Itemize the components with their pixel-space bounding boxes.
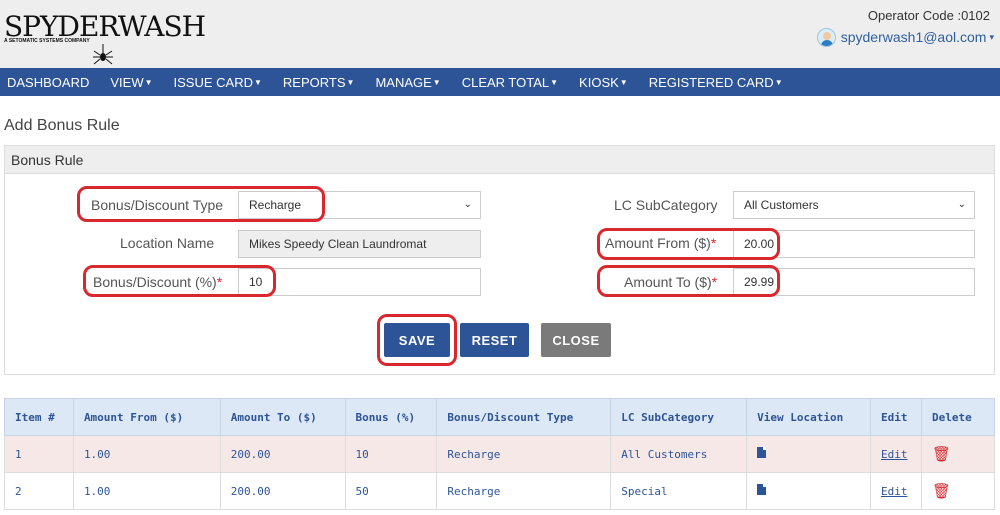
main-navbar: DASHBOARD VIEW ▼ ISSUE CARD ▼ REPORTS ▼ MAN… <box>0 68 1000 96</box>
cell-type: Recharge <box>436 472 612 510</box>
chevron-down-icon: ⌄ <box>957 199 966 210</box>
table-header-row: Item # Amount From ($) Amount To ($) Bon… <box>4 398 996 436</box>
col-item[interactable]: Item # <box>4 398 74 436</box>
bonus-rule-panel: Bonus Rule Bonus/Discount Type Recharge … <box>4 145 995 375</box>
caret-down-icon: ▼ <box>432 77 441 87</box>
cell-subcategory: All Customers <box>610 435 748 473</box>
col-subcategory[interactable]: LC SubCategory <box>610 398 748 436</box>
cell-type: Recharge <box>436 435 612 473</box>
caret-down-icon: ▼ <box>619 77 628 87</box>
trash-icon[interactable]: 🗑 <box>932 482 951 500</box>
spider-icon <box>93 44 113 65</box>
highlight-save <box>377 314 457 366</box>
cell-item: 2 <box>4 472 74 510</box>
location-label: Location Name <box>120 235 215 251</box>
cell-delete: 🗑 <box>920 472 996 510</box>
col-amount-from[interactable]: Amount From ($) <box>72 398 221 436</box>
caret-down-icon: ▼ <box>144 77 153 87</box>
top-header: SPYDERWASH A SETOMATIC SYSTEMS COMPANY O… <box>0 0 1000 68</box>
nav-reports[interactable]: REPORTS ▼ <box>283 75 355 90</box>
operator-code: Operator Code :0102 <box>867 8 990 23</box>
caret-down-icon: ▼ <box>346 77 355 87</box>
user-email: spyderwash1@aol.com <box>840 29 987 45</box>
chevron-down-icon: ⌄ <box>463 199 472 210</box>
col-view-location[interactable]: View Location <box>746 398 871 436</box>
nav-manage[interactable]: MANAGE ▼ <box>375 75 440 90</box>
subcategory-label: LC SubCategory <box>614 197 718 213</box>
nav-dashboard[interactable]: DASHBOARD <box>7 75 89 90</box>
cell-amount-to: 200.00 <box>219 435 346 473</box>
cell-amount-to: 200.00 <box>219 472 346 510</box>
cell-edit: Edit <box>869 435 922 473</box>
nav-view[interactable]: VIEW ▼ <box>110 75 152 90</box>
location-field: Mikes Speedy Clean Laundromat <box>238 230 481 258</box>
caret-down-icon: ▼ <box>253 77 262 87</box>
col-type[interactable]: Bonus/Discount Type <box>436 398 612 436</box>
user-menu[interactable]: spyderwash1@aol.com ▾ <box>816 27 994 47</box>
subcategory-select[interactable]: All Customers ⌄ <box>733 191 975 219</box>
document-icon[interactable] <box>757 447 767 458</box>
close-button[interactable]: CLOSE <box>541 323 611 357</box>
edit-link[interactable]: Edit <box>881 448 908 461</box>
cell-view-location <box>746 435 871 473</box>
spyderwash-logo[interactable]: SPYDERWASH A SETOMATIC SYSTEMS COMPANY <box>4 8 206 65</box>
col-delete[interactable]: Delete <box>920 398 996 436</box>
col-amount-to[interactable]: Amount To ($) <box>219 398 346 436</box>
cell-view-location <box>746 472 871 510</box>
cell-amount-from: 1.00 <box>72 435 221 473</box>
page-title: Add Bonus Rule <box>4 117 120 134</box>
bonus-rules-table: Item # Amount From ($) Amount To ($) Bon… <box>4 398 996 510</box>
cell-bonus: 10 <box>344 435 438 473</box>
document-icon[interactable] <box>757 484 767 495</box>
nav-kiosk[interactable]: KIOSK ▼ <box>579 75 628 90</box>
highlight-bonus-pct <box>83 265 276 297</box>
trash-icon[interactable]: 🗑 <box>932 445 951 463</box>
cell-delete: 🗑 <box>920 435 996 473</box>
col-bonus[interactable]: Bonus (%) <box>344 398 438 436</box>
edit-link[interactable]: Edit <box>881 485 908 498</box>
panel-title: Bonus Rule <box>5 146 994 174</box>
cell-subcategory: Special <box>610 472 748 510</box>
caret-down-icon: ▼ <box>774 77 783 87</box>
table-row: 2 1.00 200.00 50 Recharge Special Edit 🗑 <box>4 472 996 510</box>
cell-item: 1 <box>4 435 74 473</box>
highlight-bonus-type <box>77 186 325 222</box>
nav-issue-card[interactable]: ISSUE CARD ▼ <box>174 75 262 90</box>
nav-registered-card[interactable]: REGISTERED CARD ▼ <box>649 75 783 90</box>
logo-subtitle: A SETOMATIC SYSTEMS COMPANY <box>4 38 90 44</box>
cell-amount-from: 1.00 <box>72 472 221 510</box>
highlight-amount-from <box>597 228 780 260</box>
cell-bonus: 50 <box>344 472 438 510</box>
table-row: 1 1.00 200.00 10 Recharge All Customers … <box>4 435 996 473</box>
caret-down-icon: ▾ <box>989 31 994 42</box>
highlight-amount-to <box>597 265 780 297</box>
cell-edit: Edit <box>869 472 922 510</box>
nav-clear-total[interactable]: CLEAR TOTAL ▼ <box>462 75 558 90</box>
caret-down-icon: ▼ <box>550 77 559 87</box>
col-edit[interactable]: Edit <box>869 398 922 436</box>
subcategory-value: All Customers <box>744 198 819 212</box>
location-value: Mikes Speedy Clean Laundromat <box>249 237 427 251</box>
reset-button[interactable]: RESET <box>460 323 529 357</box>
avatar-icon <box>816 27 836 47</box>
